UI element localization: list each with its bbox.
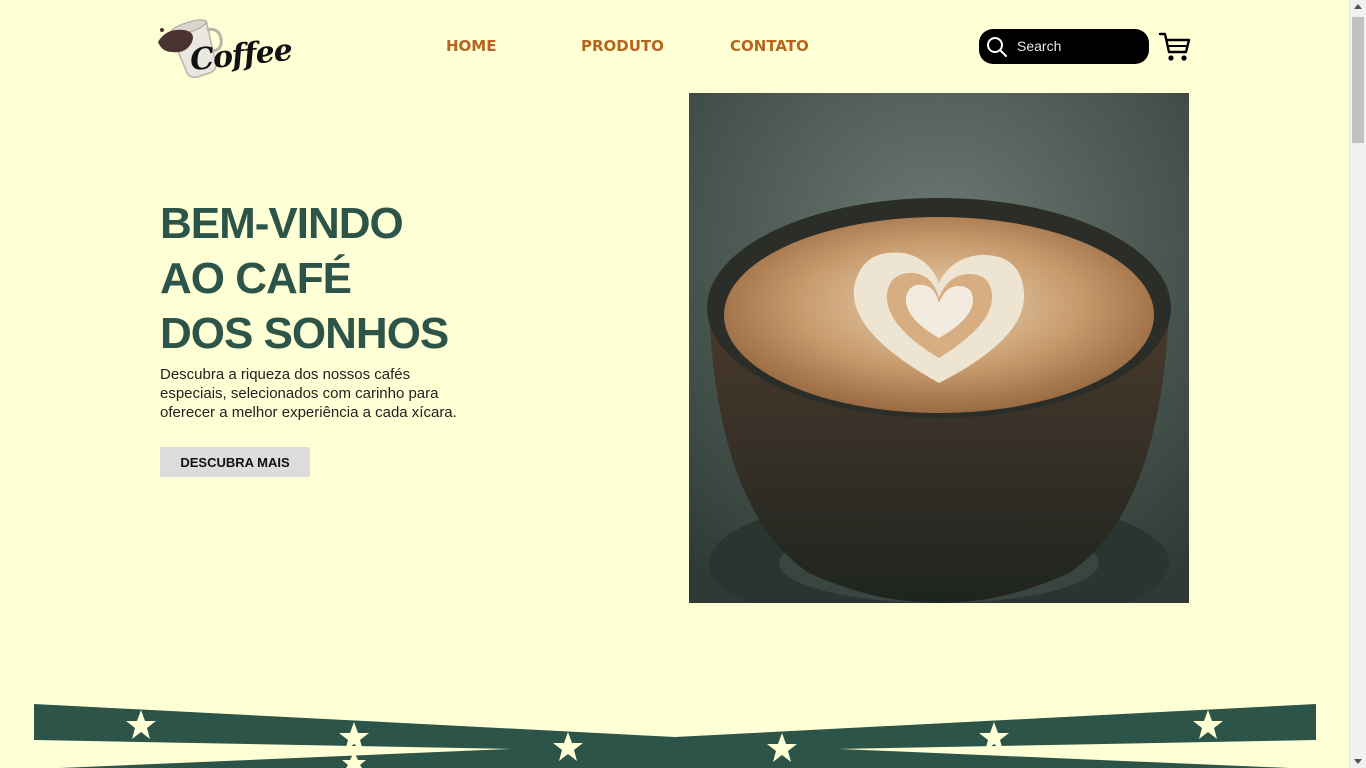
hero-title-line-2: AO CAFÉ [160,254,352,303]
scroll-down-icon[interactable] [1354,759,1362,764]
cart-icon[interactable] [1158,30,1192,64]
star-banner [34,704,1316,768]
search-input[interactable] [1017,35,1137,57]
nav-produto-link[interactable]: PRODUTO [581,37,664,55]
latte-photo [689,93,1189,603]
hero-title-line-3: DOS SONHOS [160,309,449,358]
vertical-scrollbar[interactable] [1349,0,1366,768]
hero-coffee-image [689,93,1189,603]
hero-title-line-1: BEM-VINDO [160,199,404,248]
search-box[interactable] [979,29,1149,64]
discover-more-button[interactable]: DESCUBRA MAIS [160,447,310,477]
scroll-up-icon[interactable] [1354,4,1362,9]
hero-title: BEM-VINDO AO CAFÉ DOS SONHOS [160,196,449,361]
hero-description: Descubra a riqueza dos nossos cafés espe… [160,366,457,421]
search-icon[interactable] [986,36,1008,58]
scrollbar-thumb[interactable] [1352,17,1364,143]
nav-home-link[interactable]: HOME [446,37,496,55]
nav-contato-link[interactable]: CONTATO [730,37,809,55]
